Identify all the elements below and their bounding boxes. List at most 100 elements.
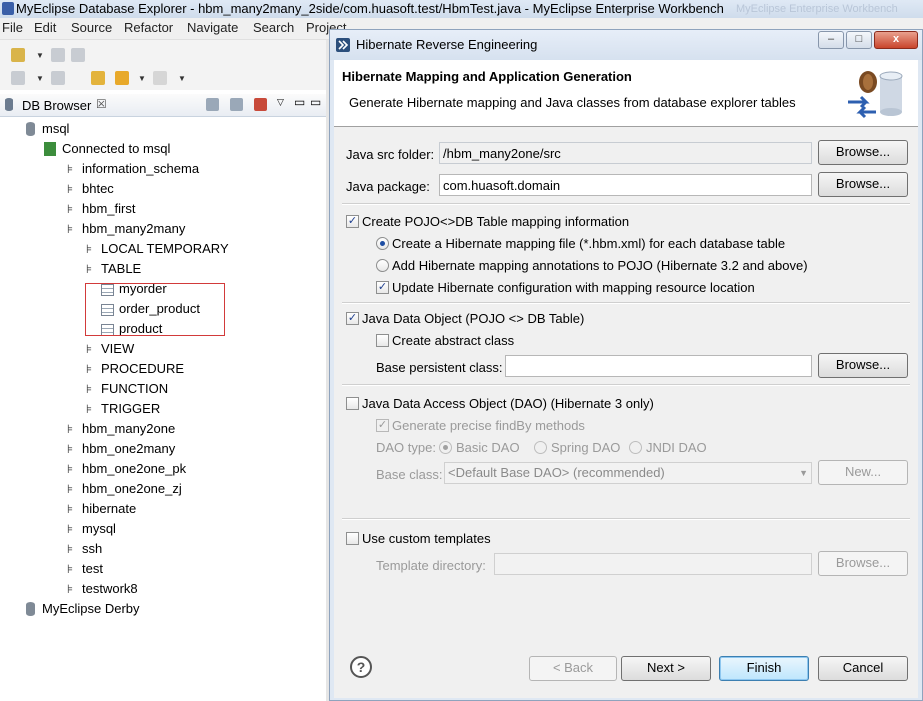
separator [342, 518, 910, 520]
create-pojo-mapping-label: Create POJO<>DB Table mapping informatio… [362, 214, 630, 229]
last-edit-icon[interactable] [91, 71, 105, 85]
separator [342, 203, 910, 205]
annotations-radio-label: Add Hibernate mapping annotations to POJ… [392, 258, 808, 273]
chevron-down-icon: ▼ [799, 468, 808, 478]
wizard-banner: Hibernate Mapping and Application Genera… [334, 60, 918, 127]
create-abstract-class-checkbox[interactable] [376, 334, 389, 347]
schema-icon: ⊧ [66, 482, 74, 496]
dialog-title-bar[interactable]: Hibernate Reverse Engineering – □ x [330, 30, 922, 60]
create-pojo-mapping-checkbox[interactable]: ✓ [346, 215, 359, 228]
cancel-button[interactable]: Cancel [818, 656, 908, 681]
disconnect-icon[interactable] [254, 98, 267, 111]
db-browser-tree: msql Connected to msql ⊧ information_sch… [0, 118, 326, 701]
menu-search[interactable]: Search [253, 20, 294, 35]
menu-refactor[interactable]: Refactor [124, 20, 173, 35]
view-menu-icon[interactable]: ▽ [277, 97, 284, 108]
jndi-dao-radio[interactable] [629, 441, 642, 454]
save-all-icon[interactable] [71, 48, 85, 62]
maximize-button[interactable]: □ [846, 31, 872, 49]
forward-arrow-icon[interactable] [153, 71, 167, 85]
db-browser-tab[interactable]: DB Browser ☒ ▽ ▭ ▭ [0, 94, 326, 117]
create-abstract-class-label: Create abstract class [392, 333, 515, 348]
workbench-title: MyEclipse Database Explorer - hbm_many2m… [16, 1, 724, 16]
connection-icon [44, 142, 56, 156]
save-icon[interactable] [51, 48, 65, 62]
update-config-checkbox[interactable]: ✓ [376, 281, 389, 294]
database-icon [26, 602, 35, 616]
browse-template-dir-button[interactable]: Browse... [818, 551, 908, 576]
browse-base-persistent-button[interactable]: Browse... [818, 353, 908, 378]
new-base-class-button[interactable]: New... [818, 460, 908, 485]
template-directory-label: Template directory: [376, 558, 486, 573]
chevron-down-icon[interactable]: ▼ [138, 74, 146, 83]
menu-source[interactable]: Source [71, 20, 112, 35]
schema-icon: ⊧ [66, 202, 74, 216]
separator [342, 302, 910, 304]
menu-navigate[interactable]: Navigate [187, 20, 238, 35]
custom-templates-checkbox[interactable] [346, 532, 359, 545]
precise-findby-checkbox[interactable]: ✓ [376, 419, 389, 432]
help-icon[interactable]: ? [350, 656, 372, 678]
hibernate-reverse-engineering-dialog: Hibernate Reverse Engineering – □ x Hibe… [329, 29, 923, 701]
spring-dao-radio[interactable] [534, 441, 547, 454]
java-package-label: Java package: [346, 179, 430, 194]
new-wizard-icon[interactable] [11, 48, 25, 62]
base-persistent-class-field[interactable] [505, 355, 812, 377]
maximize-icon[interactable]: ▭ [310, 95, 321, 109]
schema-icon: ⊧ [85, 342, 93, 356]
dialog-title: Hibernate Reverse Engineering [356, 37, 538, 52]
chevron-down-icon[interactable]: ▼ [36, 74, 44, 83]
workbench-title-bar: MyEclipse Database Explorer - hbm_many2m… [0, 0, 923, 18]
myeclipse-app-icon [2, 2, 14, 15]
dao-label: Java Data Access Object (DAO) (Hibernate… [362, 396, 654, 411]
browse-package-button[interactable]: Browse... [818, 172, 908, 197]
workbench-ghost-title: MyEclipse Enterprise Workbench [736, 3, 898, 15]
browse-src-folder-button[interactable]: Browse... [818, 140, 908, 165]
schema-icon: ⊧ [85, 382, 93, 396]
next-annotation-icon[interactable] [51, 71, 65, 85]
annotations-radio[interactable] [376, 259, 389, 272]
close-icon[interactable]: ☒ [96, 97, 107, 111]
banner-title: Hibernate Mapping and Application Genera… [342, 69, 632, 84]
schema-icon: ⊧ [66, 582, 74, 596]
basic-dao-label: Basic DAO [456, 440, 520, 455]
back-button[interactable]: < Back [529, 656, 617, 681]
menu-file[interactable]: File [2, 20, 23, 35]
workbench-toolbar: ▼ ▼ ▼ ▼ [0, 40, 330, 90]
base-class-select[interactable]: <Default Base DAO> (recommended) ▼ [444, 462, 812, 484]
java-src-folder-field[interactable] [439, 142, 812, 164]
chevron-down-icon[interactable]: ▼ [178, 74, 186, 83]
dao-type-label: DAO type: [376, 440, 436, 455]
database-icon [5, 98, 13, 111]
schema-icon: ⊧ [66, 222, 74, 236]
menu-edit[interactable]: Edit [34, 20, 56, 35]
selection-highlight-box [85, 283, 225, 336]
base-class-select-value: <Default Base DAO> (recommended) [448, 465, 665, 480]
prev-annotation-icon[interactable] [11, 71, 25, 85]
close-button[interactable]: x [874, 31, 918, 49]
java-package-field[interactable] [439, 174, 812, 196]
java-data-object-checkbox[interactable]: ✓ [346, 312, 359, 325]
hbm-xml-radio-label: Create a Hibernate mapping file (*.hbm.x… [392, 236, 786, 251]
schema-icon: ⊧ [66, 422, 74, 436]
schema-icon: ⊧ [66, 522, 74, 536]
copy-icon[interactable] [230, 98, 243, 111]
template-directory-field[interactable] [494, 553, 812, 575]
minimize-button[interactable]: – [818, 31, 844, 49]
chevron-down-icon[interactable]: ▼ [36, 51, 44, 60]
next-button[interactable]: Next > [621, 656, 711, 681]
new-connection-icon[interactable] [206, 98, 219, 111]
schema-icon: ⊧ [85, 402, 93, 416]
java-data-object-label: Java Data Object (POJO <> DB Table) [362, 311, 585, 326]
schema-icon: ⊧ [66, 442, 74, 456]
banner-subtitle: Generate Hibernate mapping and Java clas… [349, 95, 796, 110]
hbm-xml-radio[interactable] [376, 237, 389, 250]
schema-icon: ⊧ [85, 362, 93, 376]
basic-dao-radio[interactable] [439, 441, 452, 454]
custom-templates-label: Use custom templates [362, 531, 491, 546]
finish-button[interactable]: Finish [719, 656, 809, 681]
dao-checkbox[interactable] [346, 397, 359, 410]
db-browser-tab-label: DB Browser [22, 98, 92, 113]
minimize-icon[interactable]: ▭ [294, 95, 305, 109]
back-arrow-icon[interactable] [115, 71, 129, 85]
